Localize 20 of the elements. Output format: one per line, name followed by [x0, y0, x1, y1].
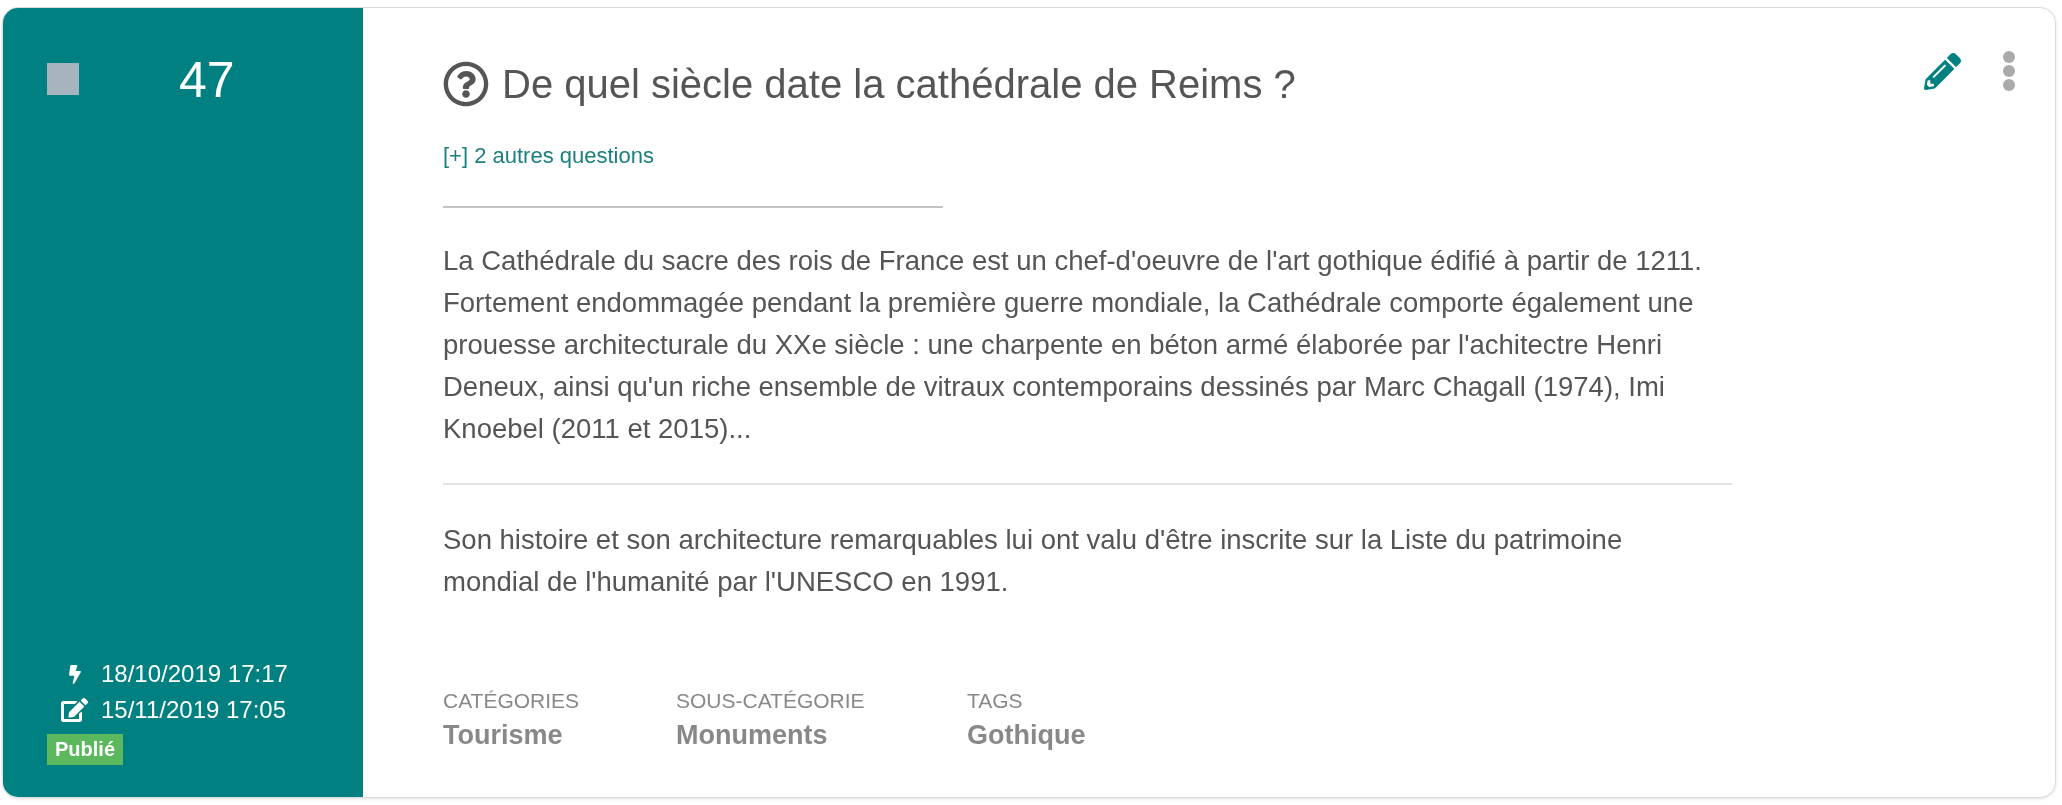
question-icon — [443, 61, 489, 107]
meta-label: TAGS — [967, 688, 1024, 714]
note-text: Son histoire et son architecture remarquables lui ont valu d'être inscrite sur la Liste du patrimoine mondial de l'humanité par l'UNESCO en 1991. — [443, 523, 1624, 599]
date-text: 15/11/2019 17:05 — [101, 695, 287, 725]
meta-value: Gothique — [967, 719, 1087, 751]
status-badge: Publié — [47, 734, 123, 765]
meta-label: SOUS-CATÉGORIE — [676, 688, 866, 714]
question-number: 47 — [179, 55, 235, 105]
meta-label: CATÉGORIES — [443, 688, 581, 714]
pencil-icon[interactable] — [1924, 52, 1961, 90]
question-title: De quel siècle date la cathédrale de Reims ? — [502, 61, 1296, 108]
more-questions-link[interactable]: [+] 2 autres questions — [443, 141, 654, 171]
more-options-icon[interactable] — [2003, 51, 2015, 91]
meta-value: Tourisme — [443, 719, 564, 751]
edit-icon — [61, 698, 88, 722]
answer-text: La Cathédrale du sacre des rois de France est un chef-d'oeuvre de l'art gothique édifié à partir de 1211. Fortement endommagée pendant la première guerre mondiale, la Cathédrale comporte également une prouesse architecturale du XXe siècle : une charpente en béton armé élaborée par l'achitectre Henri Deneux, ainsi qu'un riche ensemble de vitraux contemporains dessinés par Marc Chagall (1974), Imi Knoebel (2011 et 2015)... — [443, 244, 1703, 446]
date-text: 18/10/2019 17:17 — [101, 659, 288, 689]
bolt-icon — [68, 664, 81, 684]
select-checkbox[interactable] — [47, 63, 79, 95]
meta-value: Monuments — [676, 719, 829, 751]
